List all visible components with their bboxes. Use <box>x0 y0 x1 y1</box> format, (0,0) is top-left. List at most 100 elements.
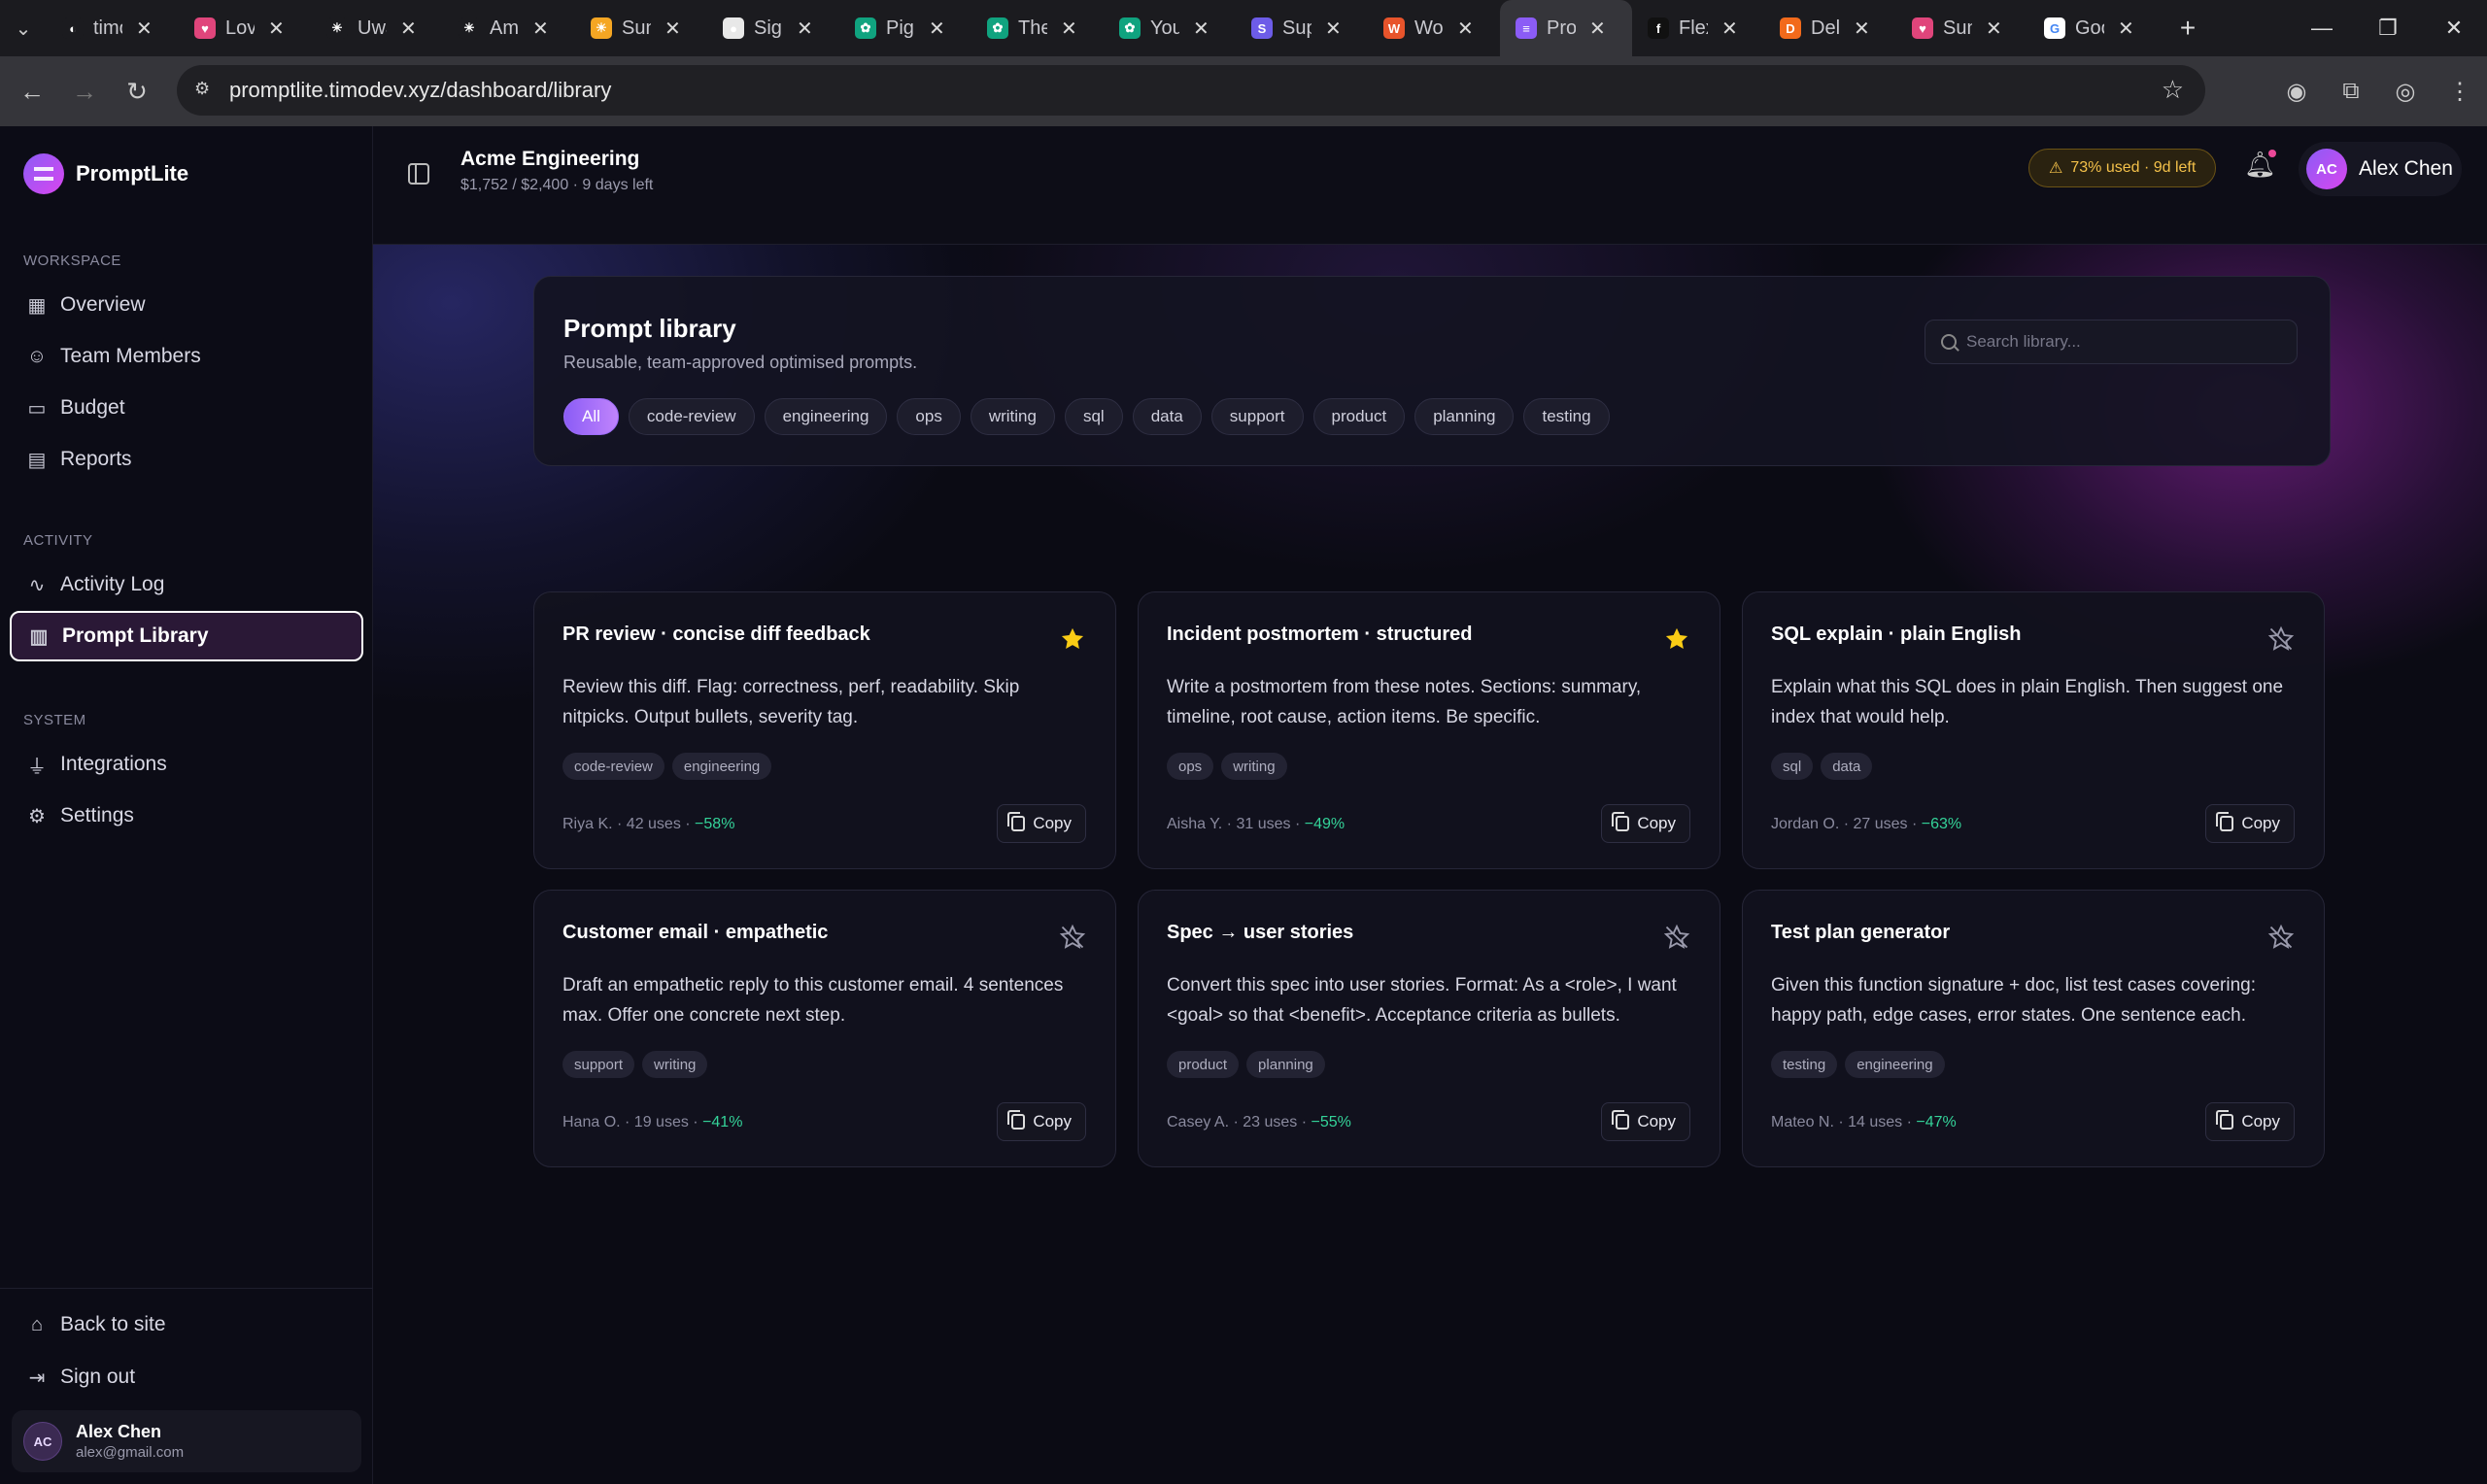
user-menu[interactable]: AC Alex Chen <box>2299 142 2462 196</box>
camera-icon[interactable]: ◉ <box>2269 78 2324 106</box>
search-input[interactable] <box>1966 332 2277 352</box>
browser-tab[interactable]: D Del ✕ <box>1764 0 1896 56</box>
browser-tab[interactable]: ♥ Lovable ✕ <box>179 0 311 56</box>
card-tag[interactable]: ops <box>1167 753 1214 780</box>
back-icon[interactable]: ← <box>6 77 58 107</box>
sidebar-item-overview[interactable]: ▦ Overview <box>10 280 363 330</box>
star-off-icon[interactable] <box>1663 924 1690 951</box>
extensions-icon[interactable]: ⧉ <box>2324 78 2378 105</box>
filter-chip[interactable]: writing <box>970 398 1055 435</box>
browser-tab[interactable]: ✿ Pig ✕ <box>839 0 971 56</box>
filter-chip[interactable]: support <box>1210 398 1304 435</box>
tab-close-icon[interactable]: ✕ <box>268 17 285 41</box>
card-tag[interactable]: data <box>1821 753 1873 780</box>
browser-tab[interactable]: ✿ The ✕ <box>971 0 1104 56</box>
sign-out-link[interactable]: ⇥ Sign out <box>10 1352 363 1402</box>
browser-tab[interactable]: G Goo ✕ <box>2028 0 2161 56</box>
filter-chip[interactable]: planning <box>1414 398 1515 435</box>
tab-close-icon[interactable]: ✕ <box>1457 17 1474 41</box>
card-tag[interactable]: testing <box>1771 1051 1838 1078</box>
star-off-icon[interactable] <box>1059 924 1086 951</box>
card-tag[interactable]: sql <box>1771 753 1814 780</box>
sidebar-item-budget[interactable]: ▭ Budget <box>10 383 363 433</box>
filter-chip[interactable]: engineering <box>764 398 888 435</box>
card-tag[interactable]: support <box>562 1051 635 1078</box>
star-off-icon[interactable] <box>2267 924 2295 951</box>
sidebar-item-activity-log[interactable]: ∿ Activity Log <box>10 559 363 610</box>
filter-chip[interactable]: All <box>563 398 619 435</box>
browser-tab[interactable]: ♥ Sun ✕ <box>1896 0 2028 56</box>
tab-close-icon[interactable]: ✕ <box>1325 17 1342 41</box>
address-bar[interactable]: ⚙ promptlite.timodev.xyz/dashboard/libra… <box>177 65 2205 116</box>
copy-button[interactable]: Copy <box>2205 804 2295 843</box>
tab-close-icon[interactable]: ✕ <box>532 17 549 41</box>
tab-close-icon[interactable]: ✕ <box>400 17 417 41</box>
sidebar-item-integrations[interactable]: ⏚ Integrations <box>10 739 363 790</box>
browser-tab[interactable]: W Wo ✕ <box>1368 0 1500 56</box>
tab-close-icon[interactable]: ✕ <box>1721 17 1738 41</box>
tab-close-icon[interactable]: ✕ <box>1061 17 1077 41</box>
new-tab-icon[interactable]: + <box>2161 13 2215 44</box>
library-search[interactable] <box>1925 320 2298 364</box>
tab-close-icon[interactable]: ✕ <box>664 17 681 41</box>
browser-tab[interactable]: f Flex ✕ <box>1632 0 1764 56</box>
sidebar-item-prompt-library[interactable]: ▥ Prompt Library <box>10 611 363 661</box>
minimize-icon[interactable]: — <box>2289 0 2355 56</box>
filter-chip[interactable]: sql <box>1064 398 1123 435</box>
star-filled-icon[interactable] <box>1663 625 1690 653</box>
card-tag[interactable]: writing <box>1221 753 1287 780</box>
tab-search-icon[interactable]: ⌄ <box>0 0 47 56</box>
prompt-card[interactable]: Incident postmortem · structured Write a … <box>1138 591 1720 869</box>
bookmark-star-icon[interactable]: ☆ <box>2162 75 2184 105</box>
sidebar-item-team-members[interactable]: ☺ Team Members <box>10 331 363 382</box>
copy-button[interactable]: Copy <box>997 1102 1086 1141</box>
card-tag[interactable]: planning <box>1246 1051 1325 1078</box>
browser-tab[interactable]: ✿ You ✕ <box>1104 0 1236 56</box>
browser-tab[interactable]: ≡ Pro ✕ <box>1500 0 1632 56</box>
prompt-card[interactable]: PR review · concise diff feedback Review … <box>533 591 1116 869</box>
tab-close-icon[interactable]: ✕ <box>136 17 153 41</box>
sidebar-item-settings[interactable]: ⚙ Settings <box>10 791 363 841</box>
tab-close-icon[interactable]: ✕ <box>2118 17 2134 41</box>
filter-chip[interactable]: data <box>1132 398 1202 435</box>
brand[interactable]: PromptLite <box>23 153 188 194</box>
sidebar-user-card[interactable]: AC Alex Chen alex@gmail.com <box>12 1410 361 1472</box>
prompt-card[interactable]: Customer email · empathetic Draft an empa… <box>533 890 1116 1167</box>
card-tag[interactable]: code-review <box>562 753 664 780</box>
browser-tab[interactable]: ☀ Sun ✕ <box>575 0 707 56</box>
browser-tab[interactable]: ● Sign ✕ <box>707 0 839 56</box>
copy-button[interactable]: Copy <box>2205 1102 2295 1141</box>
filter-chip[interactable]: ops <box>897 398 961 435</box>
filter-chip[interactable]: testing <box>1523 398 1610 435</box>
site-info-icon[interactable]: ⚙ <box>194 79 216 100</box>
tab-close-icon[interactable]: ✕ <box>1986 17 2002 41</box>
card-tag[interactable]: engineering <box>671 753 772 780</box>
browser-tab[interactable]: S Sup ✕ <box>1236 0 1368 56</box>
restore-icon[interactable]: ❐ <box>2355 0 2421 56</box>
card-tag[interactable]: writing <box>642 1051 708 1078</box>
sidebar-toggle-icon[interactable] <box>408 163 429 185</box>
prompt-card[interactable]: Spec → user stories Convert this spec int… <box>1138 890 1720 1167</box>
copy-button[interactable]: Copy <box>1601 804 1690 843</box>
star-off-icon[interactable] <box>2267 625 2295 653</box>
filter-chip[interactable]: product <box>1312 398 1406 435</box>
card-tag[interactable]: product <box>1167 1051 1240 1078</box>
usage-warning-badge[interactable]: ⚠ 73% used · 9d left <box>2028 149 2217 187</box>
tab-close-icon[interactable]: ✕ <box>797 17 813 41</box>
tab-close-icon[interactable]: ✕ <box>1854 17 1870 41</box>
browser-tab[interactable]: ✳ Uwa ✕ <box>311 0 443 56</box>
star-filled-icon[interactable] <box>1059 625 1086 653</box>
copy-button[interactable]: Copy <box>997 804 1086 843</box>
close-window-icon[interactable]: ✕ <box>2421 0 2487 56</box>
filter-chip[interactable]: code-review <box>628 398 755 435</box>
prompt-card[interactable]: SQL explain · plain English Explain what … <box>1742 591 2325 869</box>
browser-menu-icon[interactable]: ⋮ <box>2433 78 2487 106</box>
sidebar-item-reports[interactable]: ▤ Reports <box>10 434 363 485</box>
browser-tab[interactable]: ◐ timo ✕ <box>47 0 179 56</box>
browser-tab[interactable]: ✳ Ami ✕ <box>443 0 575 56</box>
profile-icon[interactable]: ◎ <box>2378 78 2433 106</box>
prompt-card[interactable]: Test plan generator Given this function s… <box>1742 890 2325 1167</box>
tab-close-icon[interactable]: ✕ <box>1193 17 1209 41</box>
back-to-site-link[interactable]: ⌂ Back to site <box>10 1299 363 1350</box>
reload-icon[interactable]: ↻ <box>111 77 163 107</box>
